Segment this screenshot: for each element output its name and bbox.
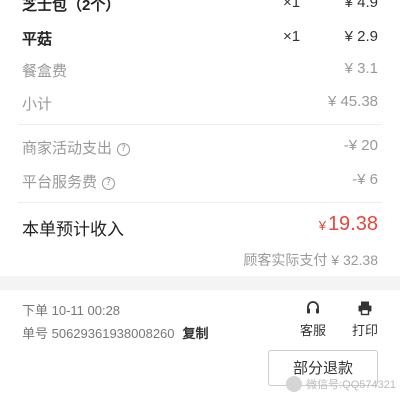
item-name: 平菇 [22,31,53,48]
service-fee-row: 平台服务费? -¥ 6 [0,171,400,199]
print-label: 打印 [351,323,378,338]
info-icon[interactable]: ? [117,143,131,156]
item-quantity: ×1 [283,0,301,11]
section-separator [0,276,400,290]
customer-service-button[interactable]: 客服 [293,300,333,339]
subtotal-value: ¥ 45.38 [327,93,378,110]
order-number-text: 单号 50629361938008260 [22,326,175,341]
divider [18,202,382,203]
currency-symbol: ¥ [318,218,326,233]
customer-paid-row: 顾客实际支付 ¥ 32.38 [0,250,400,278]
activity-expense-text: 商家活动支出 [22,140,113,157]
print-button[interactable]: 打印 [345,300,385,339]
order-item-row: 平菇 ×1 ¥ 2.9 [0,28,400,56]
service-fee-value: -¥ 6 [352,171,378,188]
customer-service-label: 客服 [299,323,326,338]
item-price: ¥ 4.9 [344,0,378,11]
activity-expense-label: 商家活动支出? [22,137,131,158]
order-time: 下单 10-11 00:28 [22,303,121,318]
income-amount: 19.38 [327,213,378,235]
income-value: ¥19.38 [319,213,378,236]
item-price: ¥ 2.9 [344,28,378,45]
order-number-row: 单号 50629361938008260 复制 [0,323,400,351]
box-fee-row: 餐盒费 ¥ 3.1 [0,60,400,88]
order-number: 单号 50629361938008260 复制 [22,323,209,342]
service-fee-label: 平台服务费? [22,171,116,192]
customer-paid: 顾客实际支付 ¥ 32.38 [243,252,378,268]
subtotal-row: 小计 ¥ 45.38 [0,93,400,121]
income-row: 本单预计收入 ¥19.38 [0,213,400,247]
printer-icon [358,301,372,316]
wechat-logo-icon [286,376,303,392]
activity-expense-value: -¥ 20 [343,137,378,154]
order-item-row: 芝士包（2个） ×1 ¥ 4.9 [0,0,400,22]
watermark: 微信号:QQ574321 [286,376,396,392]
service-fee-text: 平台服务费 [22,174,98,191]
income-label: 本单预计收入 [22,220,124,239]
watermark-text: 微信号:QQ574321 [306,379,396,391]
subtotal-label: 小计 [22,96,53,113]
box-fee-label: 餐盒费 [22,63,68,80]
divider [18,124,382,125]
info-icon[interactable]: ? [102,177,116,190]
box-fee-value: ¥ 3.1 [344,60,378,77]
item-quantity: ×1 [283,28,301,45]
headset-icon [307,301,319,314]
copy-button[interactable]: 复制 [183,326,209,341]
item-name: 芝士包（2个） [22,0,121,14]
activity-expense-row: 商家活动支出? -¥ 20 [0,137,400,165]
